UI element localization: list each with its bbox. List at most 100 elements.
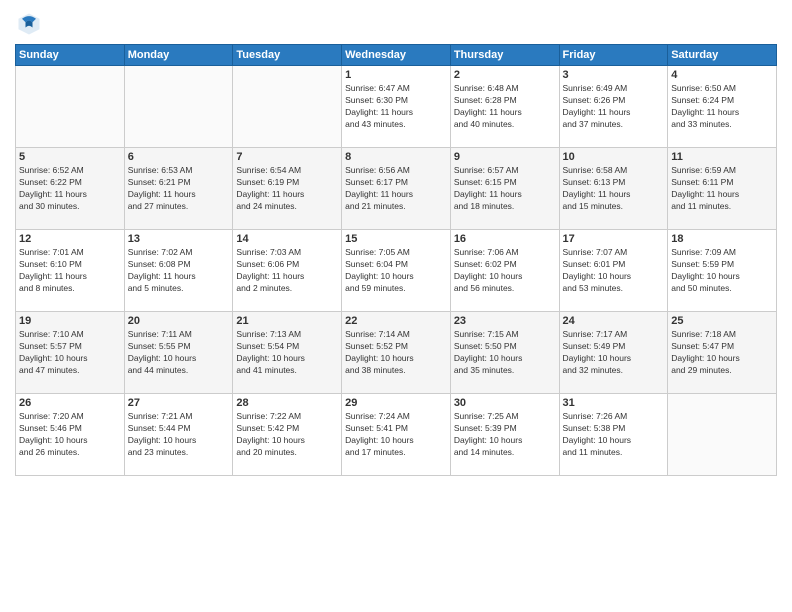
- day-info: Sunrise: 7:03 AM Sunset: 6:06 PM Dayligh…: [236, 247, 338, 295]
- day-info: Sunrise: 7:20 AM Sunset: 5:46 PM Dayligh…: [19, 411, 121, 459]
- day-number: 2: [454, 69, 556, 81]
- calendar-cell: 3 Sunrise: 6:49 AM Sunset: 6:26 PM Daylig…: [559, 66, 668, 148]
- day-number: 20: [128, 315, 230, 327]
- day-info: Sunrise: 6:48 AM Sunset: 6:28 PM Dayligh…: [454, 83, 556, 131]
- calendar-cell: 13 Sunrise: 7:02 AM Sunset: 6:08 PM Dayli…: [124, 230, 233, 312]
- calendar-cell: 27Sunrise: 7:21 AM Sunset: 5:44 PM Dayli…: [124, 394, 233, 476]
- day-number: 8: [345, 151, 447, 163]
- calendar-cell: 24 Sunrise: 7:17 AM Sunset: 5:49 PM Dayli…: [559, 312, 668, 394]
- calendar-cell: 12Sunrise: 7:01 AM Sunset: 6:10 PM Dayli…: [16, 230, 125, 312]
- day-number: 11: [671, 151, 773, 163]
- calendar-cell: 18Sunrise: 7:09 AM Sunset: 5:59 PM Dayli…: [668, 230, 777, 312]
- day-info: Sunrise: 7:22 AM Sunset: 5:42 PM Dayligh…: [236, 411, 338, 459]
- calendar-cell: 25Sunrise: 7:18 AM Sunset: 5:47 PM Dayli…: [668, 312, 777, 394]
- day-info: Sunrise: 6:54 AM Sunset: 6:19 PM Dayligh…: [236, 165, 338, 213]
- day-info: Sunrise: 6:53 AM Sunset: 6:21 PM Dayligh…: [128, 165, 230, 213]
- page: SundayMondayTuesdayWednesdayThursdayFrid…: [0, 0, 792, 612]
- logo-icon: [15, 10, 43, 38]
- day-number: 17: [563, 233, 665, 245]
- weekday-header-saturday: Saturday: [668, 45, 777, 66]
- calendar-cell: [233, 66, 342, 148]
- day-number: 4: [671, 69, 773, 81]
- day-number: 22: [345, 315, 447, 327]
- day-number: 6: [128, 151, 230, 163]
- day-info: Sunrise: 7:05 AM Sunset: 6:04 PM Dayligh…: [345, 247, 447, 295]
- calendar-cell: 5Sunrise: 6:52 AM Sunset: 6:22 PM Daylig…: [16, 148, 125, 230]
- calendar-cell: 14 Sunrise: 7:03 AM Sunset: 6:06 PM Dayli…: [233, 230, 342, 312]
- weekday-header-row: SundayMondayTuesdayWednesdayThursdayFrid…: [16, 45, 777, 66]
- logo: [15, 10, 47, 38]
- day-number: 16: [454, 233, 556, 245]
- day-number: 26: [19, 397, 121, 409]
- day-info: Sunrise: 7:02 AM Sunset: 6:08 PM Dayligh…: [128, 247, 230, 295]
- calendar-cell: 23 Sunrise: 7:15 AM Sunset: 5:50 PM Dayli…: [450, 312, 559, 394]
- day-info: Sunrise: 7:07 AM Sunset: 6:01 PM Dayligh…: [563, 247, 665, 295]
- day-info: Sunrise: 6:47 AM Sunset: 6:30 PM Dayligh…: [345, 83, 447, 131]
- calendar-cell: 26 Sunrise: 7:20 AM Sunset: 5:46 PM Dayli…: [16, 394, 125, 476]
- day-number: 5: [19, 151, 121, 163]
- calendar-week-5: 26 Sunrise: 7:20 AM Sunset: 5:46 PM Dayli…: [16, 394, 777, 476]
- day-info: Sunrise: 7:21 AM Sunset: 5:44 PM Dayligh…: [128, 411, 230, 459]
- weekday-header-wednesday: Wednesday: [342, 45, 451, 66]
- weekday-header-thursday: Thursday: [450, 45, 559, 66]
- day-info: Sunrise: 6:49 AM Sunset: 6:26 PM Dayligh…: [563, 83, 665, 131]
- calendar-cell: 2 Sunrise: 6:48 AM Sunset: 6:28 PM Daylig…: [450, 66, 559, 148]
- day-number: 14: [236, 233, 338, 245]
- day-number: 25: [671, 315, 773, 327]
- calendar-cell: 4 Sunrise: 6:50 AM Sunset: 6:24 PM Daylig…: [668, 66, 777, 148]
- day-info: Sunrise: 7:06 AM Sunset: 6:02 PM Dayligh…: [454, 247, 556, 295]
- calendar-cell: 30Sunrise: 7:25 AM Sunset: 5:39 PM Dayli…: [450, 394, 559, 476]
- weekday-header-tuesday: Tuesday: [233, 45, 342, 66]
- calendar-cell: 8 Sunrise: 6:56 AM Sunset: 6:17 PM Daylig…: [342, 148, 451, 230]
- calendar-cell: 19Sunrise: 7:10 AM Sunset: 5:57 PM Dayli…: [16, 312, 125, 394]
- day-number: 13: [128, 233, 230, 245]
- day-number: 7: [236, 151, 338, 163]
- day-info: Sunrise: 6:57 AM Sunset: 6:15 PM Dayligh…: [454, 165, 556, 213]
- calendar-cell: 9 Sunrise: 6:57 AM Sunset: 6:15 PM Daylig…: [450, 148, 559, 230]
- day-number: 31: [563, 397, 665, 409]
- calendar-week-4: 19Sunrise: 7:10 AM Sunset: 5:57 PM Dayli…: [16, 312, 777, 394]
- calendar-cell: 16 Sunrise: 7:06 AM Sunset: 6:02 PM Dayli…: [450, 230, 559, 312]
- day-number: 10: [563, 151, 665, 163]
- day-number: 23: [454, 315, 556, 327]
- day-info: Sunrise: 7:13 AM Sunset: 5:54 PM Dayligh…: [236, 329, 338, 377]
- day-info: Sunrise: 7:11 AM Sunset: 5:55 PM Dayligh…: [128, 329, 230, 377]
- day-info: Sunrise: 6:58 AM Sunset: 6:13 PM Dayligh…: [563, 165, 665, 213]
- calendar-table: SundayMondayTuesdayWednesdayThursdayFrid…: [15, 44, 777, 476]
- day-info: Sunrise: 6:56 AM Sunset: 6:17 PM Dayligh…: [345, 165, 447, 213]
- day-info: Sunrise: 7:15 AM Sunset: 5:50 PM Dayligh…: [454, 329, 556, 377]
- day-number: 24: [563, 315, 665, 327]
- weekday-header-monday: Monday: [124, 45, 233, 66]
- day-info: Sunrise: 6:59 AM Sunset: 6:11 PM Dayligh…: [671, 165, 773, 213]
- day-info: Sunrise: 7:24 AM Sunset: 5:41 PM Dayligh…: [345, 411, 447, 459]
- calendar-week-1: 1 Sunrise: 6:47 AM Sunset: 6:30 PM Daylig…: [16, 66, 777, 148]
- calendar-cell: 10 Sunrise: 6:58 AM Sunset: 6:13 PM Dayli…: [559, 148, 668, 230]
- calendar-cell: 17 Sunrise: 7:07 AM Sunset: 6:01 PM Dayli…: [559, 230, 668, 312]
- day-info: Sunrise: 7:14 AM Sunset: 5:52 PM Dayligh…: [345, 329, 447, 377]
- day-number: 30: [454, 397, 556, 409]
- calendar-cell: 29 Sunrise: 7:24 AM Sunset: 5:41 PM Dayli…: [342, 394, 451, 476]
- day-number: 28: [236, 397, 338, 409]
- calendar-cell: 31 Sunrise: 7:26 AM Sunset: 5:38 PM Dayli…: [559, 394, 668, 476]
- calendar-cell: 7 Sunrise: 6:54 AM Sunset: 6:19 PM Daylig…: [233, 148, 342, 230]
- day-info: Sunrise: 7:01 AM Sunset: 6:10 PM Dayligh…: [19, 247, 121, 295]
- calendar-cell: 1 Sunrise: 6:47 AM Sunset: 6:30 PM Daylig…: [342, 66, 451, 148]
- calendar-week-3: 12Sunrise: 7:01 AM Sunset: 6:10 PM Dayli…: [16, 230, 777, 312]
- day-number: 21: [236, 315, 338, 327]
- calendar-cell: 20 Sunrise: 7:11 AM Sunset: 5:55 PM Dayli…: [124, 312, 233, 394]
- calendar-cell: 11 Sunrise: 6:59 AM Sunset: 6:11 PM Dayli…: [668, 148, 777, 230]
- day-info: Sunrise: 7:10 AM Sunset: 5:57 PM Dayligh…: [19, 329, 121, 377]
- calendar-cell: [668, 394, 777, 476]
- calendar-week-2: 5Sunrise: 6:52 AM Sunset: 6:22 PM Daylig…: [16, 148, 777, 230]
- calendar-cell: 6 Sunrise: 6:53 AM Sunset: 6:21 PM Daylig…: [124, 148, 233, 230]
- day-number: 1: [345, 69, 447, 81]
- weekday-header-friday: Friday: [559, 45, 668, 66]
- day-number: 9: [454, 151, 556, 163]
- day-number: 15: [345, 233, 447, 245]
- day-info: Sunrise: 6:50 AM Sunset: 6:24 PM Dayligh…: [671, 83, 773, 131]
- day-info: Sunrise: 7:26 AM Sunset: 5:38 PM Dayligh…: [563, 411, 665, 459]
- day-number: 3: [563, 69, 665, 81]
- day-number: 29: [345, 397, 447, 409]
- day-info: Sunrise: 7:17 AM Sunset: 5:49 PM Dayligh…: [563, 329, 665, 377]
- weekday-header-sunday: Sunday: [16, 45, 125, 66]
